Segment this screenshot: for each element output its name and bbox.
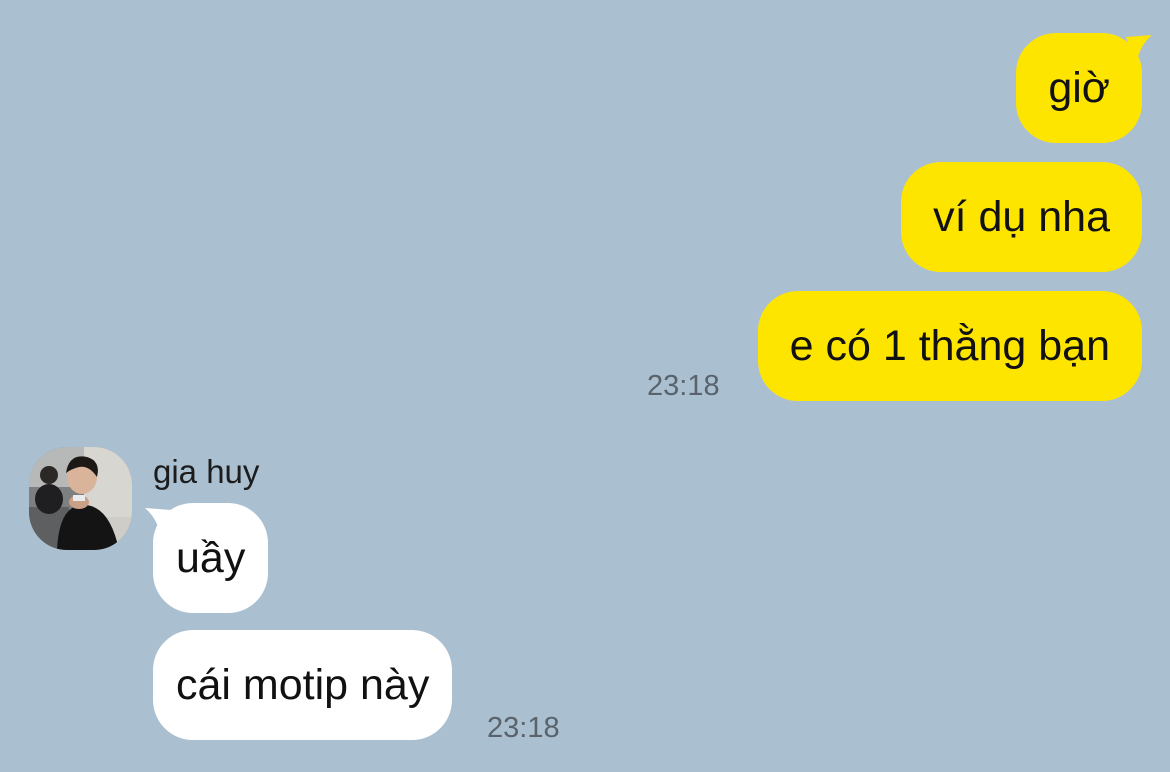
message-timestamp: 23:18 [647, 370, 720, 402]
outgoing-message-bubble[interactable]: ví dụ nha [901, 162, 1142, 272]
incoming-bubble-tail [145, 508, 171, 540]
outgoing-message-bubble[interactable]: giờ [1016, 33, 1142, 143]
message-text: uầy [176, 534, 246, 582]
message-text: giờ [1048, 64, 1110, 112]
outgoing-message-bubble[interactable]: e có 1 thằng bạn [757, 291, 1142, 401]
sender-avatar[interactable] [29, 447, 132, 550]
message-text: cái motip này [176, 661, 430, 709]
message-timestamp: 23:18 [487, 712, 560, 744]
message-text: e có 1 thằng bạn [789, 322, 1110, 370]
message-text: ví dụ nha [933, 193, 1110, 241]
incoming-message-bubble[interactable]: cái motip này [153, 630, 453, 740]
outgoing-bubble-tail [1126, 35, 1152, 67]
sender-name: gia huy [153, 453, 260, 490]
avatar-photo-icon [29, 447, 132, 550]
chat-thread: giờ ví dụ nha e có 1 thằng bạn 23:18 gia… [0, 0, 1170, 772]
